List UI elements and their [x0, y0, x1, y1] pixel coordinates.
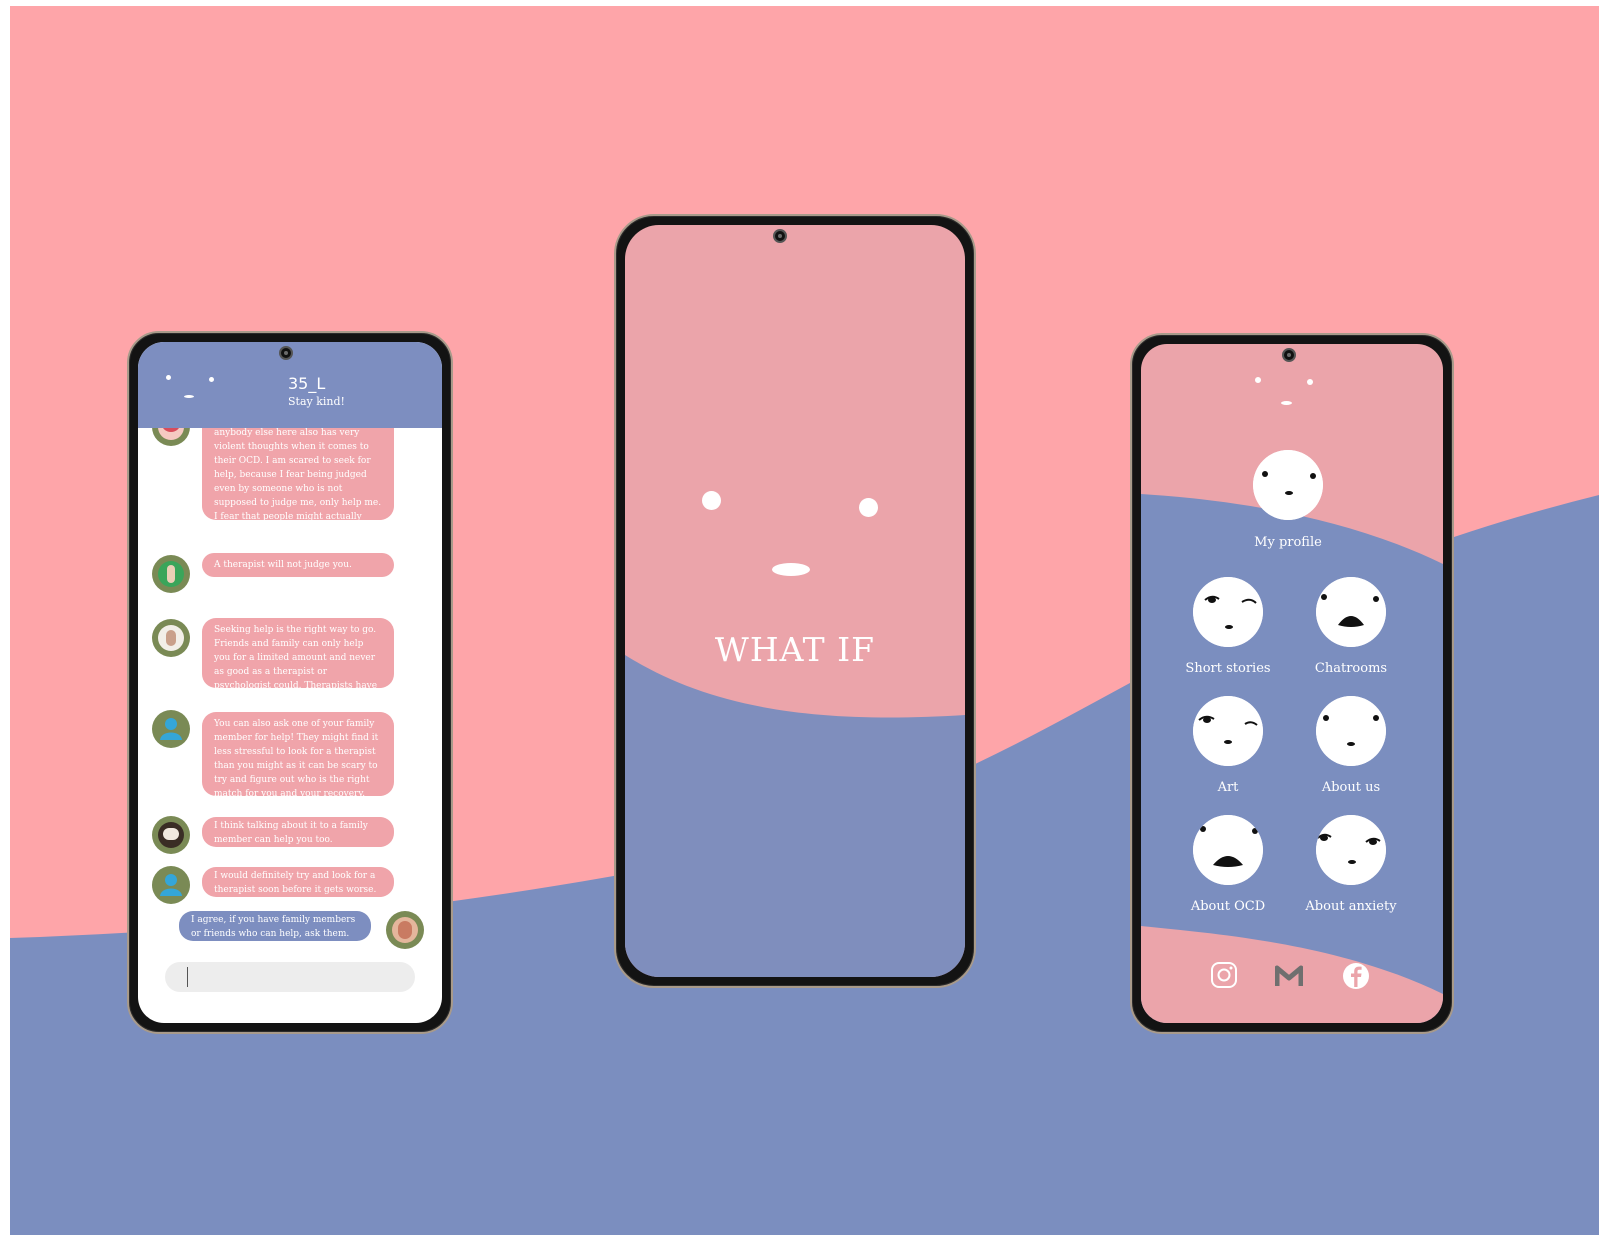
gmail-icon[interactable]	[1275, 964, 1303, 988]
mini-face-eye-left	[1255, 377, 1261, 383]
about-us-label: About us	[1321, 780, 1381, 795]
chatrooms-label: Chatrooms	[1314, 661, 1388, 676]
mini-face-eye-left	[166, 375, 171, 380]
sleepy-face-icon	[1193, 696, 1263, 766]
chat-message: You can also ask one of your family memb…	[202, 712, 394, 799]
instagram-icon[interactable]	[1210, 961, 1238, 989]
chat-message: Seeking help is the right way to go. Fri…	[202, 618, 394, 705]
face-mouth	[772, 563, 810, 576]
menu-wave	[1141, 494, 1443, 1023]
my-avatar[interactable]	[386, 911, 424, 949]
mini-face-mouth	[184, 395, 194, 398]
text-caret	[187, 967, 188, 987]
facebook-icon[interactable]	[1342, 962, 1370, 990]
mini-face-eye-right	[209, 377, 214, 382]
mockup-stage: 35_L Stay kind! anybody else here also h…	[0, 0, 1599, 1235]
about-anxiety-label: About anxiety	[1305, 899, 1397, 914]
default-user-avatar[interactable]	[152, 710, 190, 748]
default-user-avatar[interactable]	[152, 866, 190, 904]
shocked-face-icon	[1316, 577, 1386, 647]
dog-avatar[interactable]	[152, 816, 190, 854]
mini-face-mouth	[1281, 401, 1292, 405]
my-profile-label: My profile	[1254, 535, 1322, 550]
tired-face-icon	[1316, 815, 1386, 885]
profile-face-icon	[1253, 450, 1323, 520]
chat-message: I think talking about it to a family mem…	[202, 817, 394, 847]
chat-room-title: 35_L	[288, 374, 326, 393]
phone-chat: 35_L Stay kind! anybody else here also h…	[127, 331, 453, 1034]
art-label: Art	[1217, 780, 1239, 795]
sleepy-face-icon	[1193, 577, 1263, 647]
shocked-face-icon	[1193, 815, 1263, 885]
phone-splash: WHAT IF	[614, 214, 976, 988]
chat-screen: 35_L Stay kind! anybody else here also h…	[138, 342, 442, 1023]
face-eye-left	[702, 491, 721, 510]
splash-screen: WHAT IF	[625, 225, 965, 977]
front-camera	[279, 346, 293, 360]
splash-wave	[625, 655, 965, 977]
message-input[interactable]	[165, 962, 415, 992]
front-camera	[1282, 348, 1296, 362]
menu-screen: My profile Short stories Chatrooms Art A…	[1141, 344, 1443, 1023]
chat-message: A therapist will not judge you.	[202, 553, 394, 577]
chat-message-own: I agree, if you have family members or f…	[179, 911, 371, 941]
green-person-avatar[interactable]	[152, 555, 190, 593]
app-logo-title: WHAT IF	[714, 630, 876, 669]
chat-message: I would definitely try and look for a th…	[202, 867, 394, 897]
front-camera	[773, 229, 787, 243]
about-ocd-label: About OCD	[1190, 899, 1266, 914]
short-stories-label: Short stories	[1185, 661, 1271, 676]
phone-menu: My profile Short stories Chatrooms Art A…	[1130, 333, 1454, 1034]
face-eye-right	[859, 498, 878, 517]
neutral-face-icon	[1316, 696, 1386, 766]
woman-avatar[interactable]	[152, 619, 190, 657]
mini-face-eye-right	[1307, 379, 1313, 385]
chat-room-subtitle: Stay kind!	[288, 395, 345, 408]
